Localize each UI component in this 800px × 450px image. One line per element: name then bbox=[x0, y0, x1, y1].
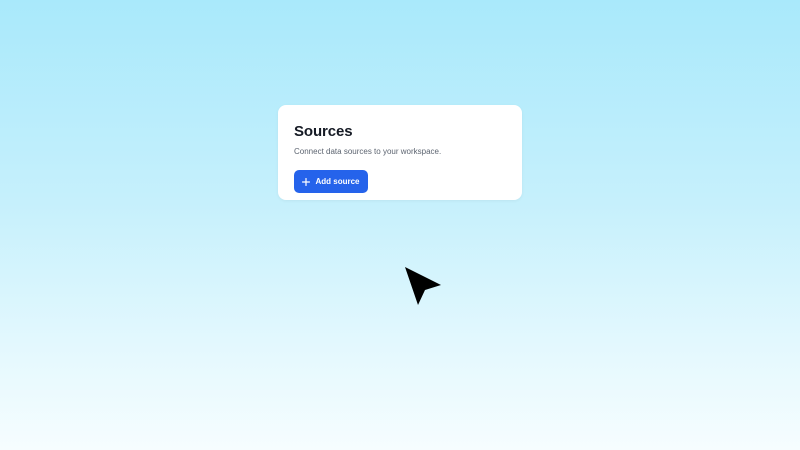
add-source-button[interactable]: Add source bbox=[294, 170, 368, 193]
arrow-cursor-icon bbox=[403, 266, 443, 306]
add-source-label: Add source bbox=[315, 177, 360, 186]
plus-icon bbox=[302, 177, 311, 186]
card-subtitle: Connect data sources to your workspace. bbox=[294, 147, 442, 156]
sources-card: Sources Connect data sources to your wor… bbox=[278, 105, 522, 200]
card-title: Sources bbox=[294, 123, 353, 140]
